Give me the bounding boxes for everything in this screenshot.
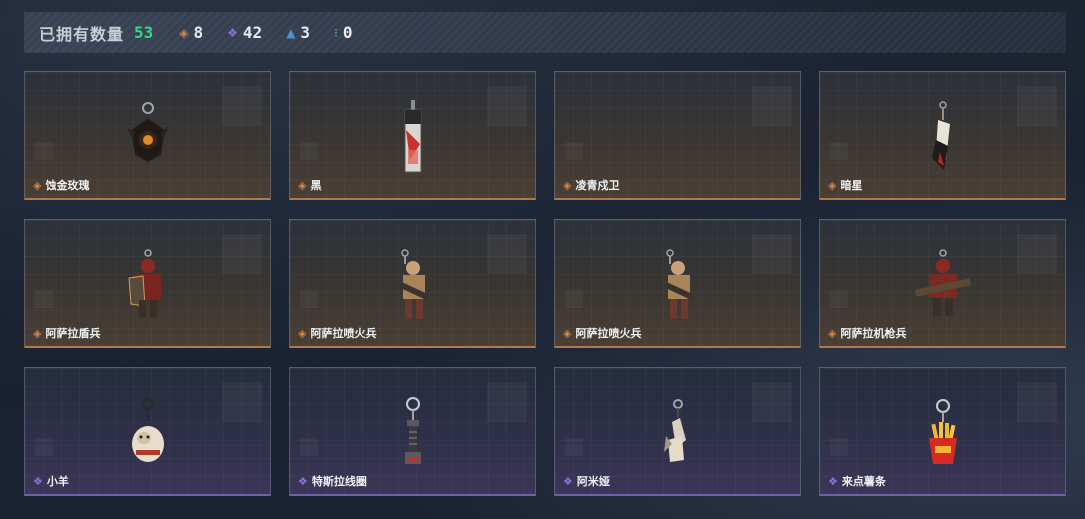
charm-name: 蚀金玫瑰 xyxy=(45,179,90,192)
flamethrower-soldier-charm-image xyxy=(398,249,429,319)
card-label: ◈ 阿萨拉喷火兵 xyxy=(298,325,376,341)
lamb-charm-image xyxy=(131,397,164,462)
charm-card[interactable]: ❖ 阿米娅 xyxy=(554,367,801,496)
owned-label: 已拥有数量 xyxy=(39,24,125,44)
charm-name: 小羊 xyxy=(46,475,69,488)
card-label: ◈ 暗星 xyxy=(828,177,862,193)
stat-purple-value: 42 xyxy=(242,23,263,42)
charm-card[interactable]: ◈ 凌青戍卫 xyxy=(554,71,801,200)
fries-charm-image xyxy=(928,399,957,464)
purple-diamond-icon: ❖ xyxy=(227,25,238,40)
stat-teal: ⁝ 0 xyxy=(334,23,352,42)
orange-diamond-icon: ◈ xyxy=(563,326,572,340)
charm-card[interactable]: ◈ 暗星 xyxy=(819,71,1066,200)
stat-blue-value: 3 xyxy=(300,23,311,42)
blue-chevron-icon: ▲ xyxy=(286,25,296,40)
card-label: ◈ 阿萨拉盾兵 xyxy=(33,325,100,341)
shield-soldier-charm-image xyxy=(127,249,161,318)
rose-charm-image xyxy=(126,102,169,163)
card-label: ❖ 阿米娅 xyxy=(563,473,610,489)
charm-card[interactable]: ◈ 阿萨拉喷火兵 xyxy=(554,219,801,348)
black-tag-charm-image xyxy=(404,100,421,173)
charm-name: 来点薯条 xyxy=(841,475,886,488)
charm-name: 阿萨拉盾兵 xyxy=(45,327,101,340)
charm-name: 阿萨拉机枪兵 xyxy=(840,327,907,340)
charm-card[interactable]: ◈ 黑 xyxy=(289,71,536,200)
purple-diamond-icon: ❖ xyxy=(563,474,573,488)
card-label: ❖ 小羊 xyxy=(33,473,69,489)
card-label: ❖ 特斯拉线圈 xyxy=(298,473,367,489)
stat-purple: ❖ 42 xyxy=(227,23,262,42)
purple-diamond-icon: ❖ xyxy=(298,474,308,488)
card-label: ◈ 阿萨拉喷火兵 xyxy=(563,325,641,341)
orange-diamond-icon: ◈ xyxy=(298,178,307,192)
charm-name: 暗星 xyxy=(840,179,863,192)
stat-teal-value: 0 xyxy=(342,23,353,42)
orange-diamond-icon: ◈ xyxy=(828,326,837,340)
charm-card[interactable]: ❖ 来点薯条 xyxy=(819,367,1066,496)
owned-stats-bar: 已拥有数量 53 ◈ 8 ❖ 42 ▲ 3 ⁝ 0 xyxy=(24,12,1066,53)
charm-name: 阿萨拉喷火兵 xyxy=(575,327,642,340)
charm-card[interactable]: ◈ 蚀金玫瑰 xyxy=(24,71,271,200)
charm-card[interactable]: ❖ 特斯拉线圈 xyxy=(289,367,536,496)
orange-diamond-icon: ◈ xyxy=(563,178,572,192)
purple-diamond-icon: ❖ xyxy=(828,474,838,488)
charm-card[interactable]: ◈ 阿萨拉盾兵 xyxy=(24,219,271,348)
charm-name: 凌青戍卫 xyxy=(575,179,620,192)
orange-diamond-icon: ◈ xyxy=(179,25,189,40)
orange-diamond-icon: ◈ xyxy=(33,178,42,192)
tesla-coil-charm-image xyxy=(404,397,421,464)
charm-name: 阿米娅 xyxy=(576,475,610,488)
purple-diamond-icon: ❖ xyxy=(33,474,43,488)
card-label: ◈ 阿萨拉机枪兵 xyxy=(828,325,906,341)
stat-orange-value: 8 xyxy=(193,23,204,42)
card-label: ❖ 来点薯条 xyxy=(828,473,886,489)
charm-card[interactable]: ◈ 阿萨拉喷火兵 xyxy=(289,219,536,348)
charm-card[interactable]: ◈ 阿萨拉机枪兵 xyxy=(819,219,1066,348)
charm-grid: ◈ 蚀金玫瑰 ◈ 黑 ◈ 凌青戍卫 ◈ 暗星 ◈ 阿萨拉盾兵 ◈ 阿萨拉喷火兵 … xyxy=(24,71,1066,496)
machine-gunner-charm-image xyxy=(914,249,971,316)
charm-name: 阿萨拉喷火兵 xyxy=(310,327,377,340)
orange-diamond-icon: ◈ xyxy=(828,178,837,192)
dark-star-charm-image xyxy=(931,101,950,170)
charm-name: 特斯拉线圈 xyxy=(311,475,367,488)
flamethrower-soldier-charm-image xyxy=(663,249,694,319)
charm-name: 黑 xyxy=(310,179,322,192)
card-label: ◈ 黑 xyxy=(298,177,321,193)
stat-blue: ▲ 3 xyxy=(286,23,310,42)
amiya-charm-image xyxy=(663,399,686,462)
orange-diamond-icon: ◈ xyxy=(33,326,42,340)
charm-card[interactable]: ❖ 小羊 xyxy=(24,367,271,496)
teal-dots-icon: ⁝ xyxy=(334,25,338,40)
card-label: ◈ 凌青戍卫 xyxy=(563,177,619,193)
card-label: ◈ 蚀金玫瑰 xyxy=(33,177,89,193)
owned-count: 53 xyxy=(134,23,154,42)
stat-orange: ◈ 8 xyxy=(179,23,203,42)
collection-page: 已拥有数量 53 ◈ 8 ❖ 42 ▲ 3 ⁝ 0 ◈ 蚀金玫瑰 ◈ 黑 ◈ 凌… xyxy=(0,0,1085,519)
orange-diamond-icon: ◈ xyxy=(298,326,307,340)
